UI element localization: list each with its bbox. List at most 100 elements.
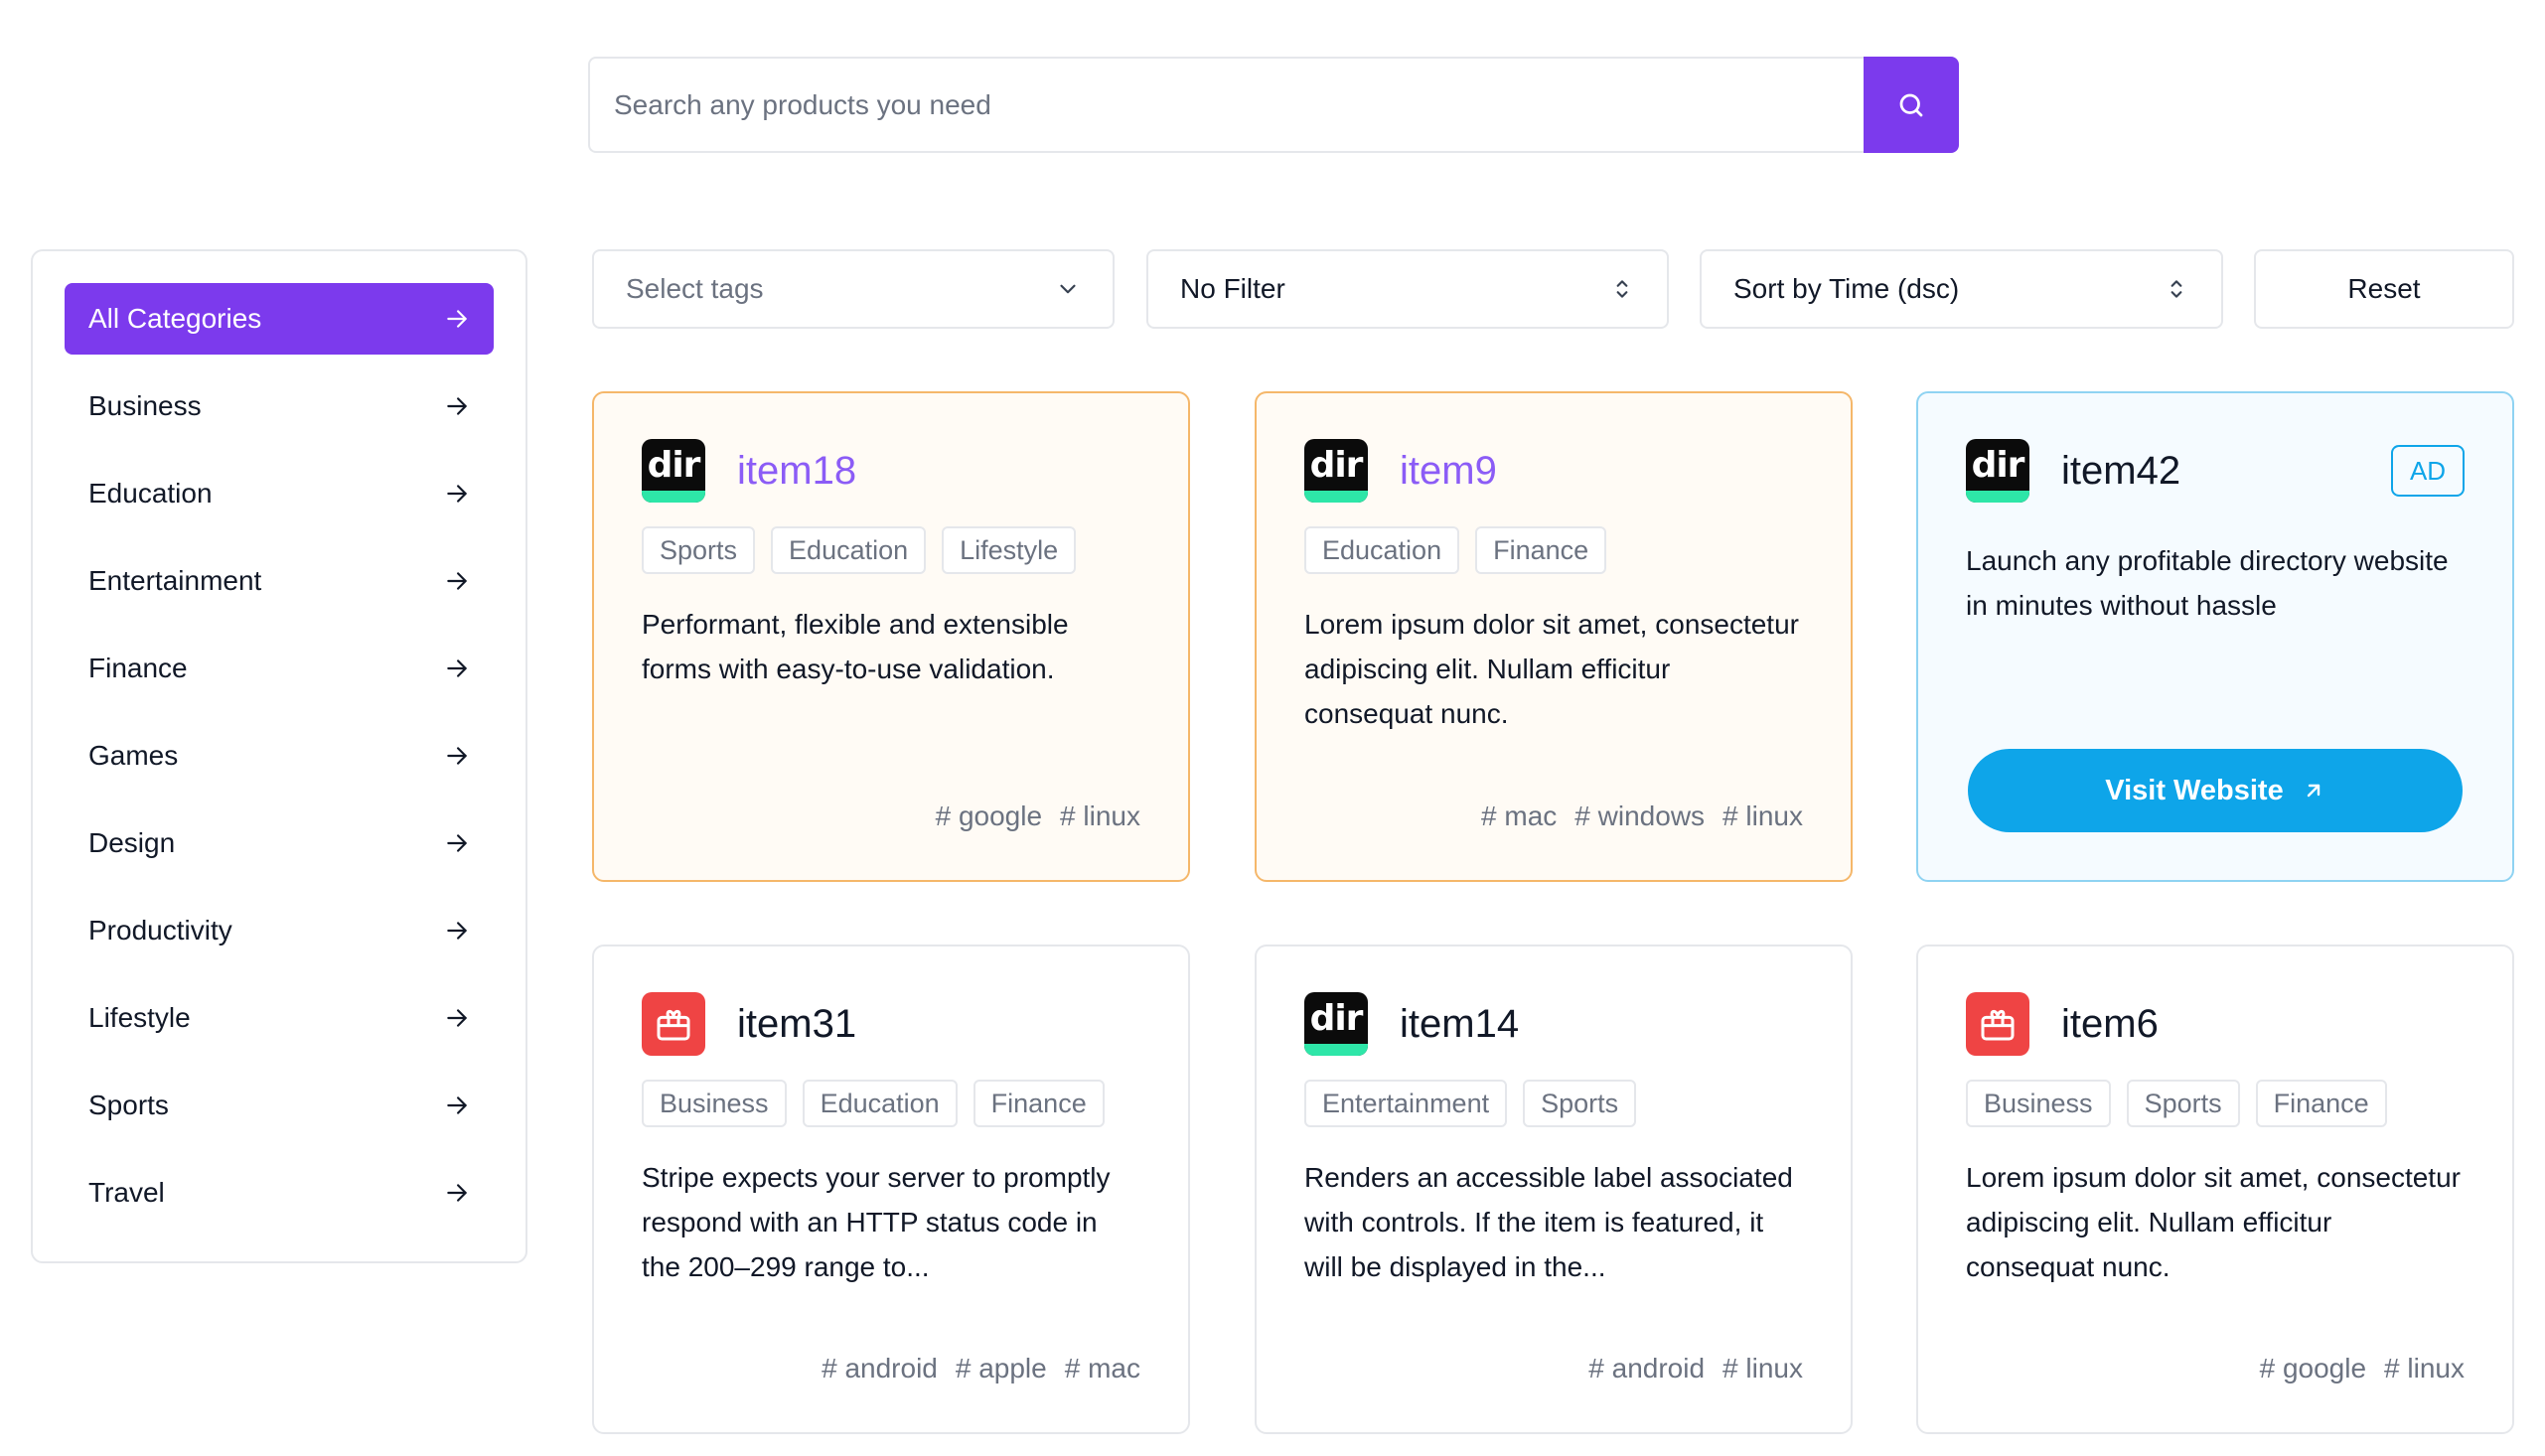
sidebar-item-label: Design [88,827,176,858]
reset-button-label: Reset [2347,273,2421,304]
category-tag[interactable]: Business [1966,1080,2111,1127]
card-description: Performant, flexible and extensible form… [642,609,1069,684]
sidebar-item-games[interactable]: Games [65,720,494,792]
sidebar-item-finance[interactable]: Finance [65,633,494,704]
arrow-right-icon [444,481,470,507]
hashtag[interactable]: # google [936,801,1042,832]
filter-select-value: No Filter [1180,273,1285,304]
sidebar-item-education[interactable]: Education [65,458,494,529]
category-tag[interactable]: Sports [1523,1080,1637,1127]
sort-select-value: Sort by Time (dsc) [1733,273,1960,304]
hashtag[interactable]: # linux [2384,1353,2465,1384]
sidebar-item-design[interactable]: Design [65,807,494,879]
arrow-right-icon [444,655,470,681]
sidebar-item-label: Sports [88,1090,169,1120]
sidebar-item-all-categories[interactable]: All Categories [65,283,494,355]
item-card[interactable]: item6 Business Sports Finance Lorem ipsu… [1916,945,2514,1434]
sidebar-item-label: Travel [88,1177,165,1208]
visit-website-label: Visit Website [2105,774,2284,806]
arrow-right-icon [444,1180,470,1206]
sidebar-item-label: Lifestyle [88,1002,191,1033]
arrow-right-icon [444,306,470,332]
sidebar-item-label: Entertainment [88,565,262,596]
visit-website-button[interactable]: Visit Website [1968,749,2463,832]
sidebar-item-label: Finance [88,653,188,683]
arrow-right-icon [444,1005,470,1031]
category-tag[interactable]: Lifestyle [942,526,1077,574]
sidebar-item-lifestyle[interactable]: Lifestyle [65,982,494,1054]
arrow-right-icon [444,830,470,856]
card-title[interactable]: item18 [737,449,856,494]
card-title[interactable]: item6 [2061,1002,2159,1047]
sidebar-item-label: Productivity [88,915,232,946]
hashtag[interactable]: # linux [1722,1353,1803,1384]
gift-logo-icon [1966,992,2029,1056]
hashtag[interactable]: # android [822,1353,938,1384]
arrow-right-icon [444,1092,470,1118]
sidebar-item-sports[interactable]: Sports [65,1070,494,1141]
sidebar-item-business[interactable]: Business [65,370,494,442]
dir-logo-icon: dir [1304,992,1368,1056]
sidebar-item-label: Education [88,478,213,509]
tags-select-placeholder: Select tags [626,273,764,304]
hashtag[interactable]: # mac [1481,801,1557,832]
category-tag[interactable]: Sports [2126,1080,2240,1127]
gift-logo-icon [642,992,705,1056]
item-card[interactable]: dir item9 Education Finance Lorem ipsum … [1255,391,1853,882]
card-description: Launch any profitable directory website … [1966,545,2449,621]
arrow-right-icon [444,568,470,594]
hashtag[interactable]: # linux [1060,801,1140,832]
filter-select[interactable]: No Filter [1146,249,1669,329]
search-bar [588,57,1959,153]
item-card[interactable]: item31 Business Education Finance Stripe… [592,945,1190,1434]
item-card[interactable]: dir item14 Entertainment Sports Renders … [1255,945,1853,1434]
hashtag[interactable]: # android [1588,1353,1705,1384]
category-sidebar: All Categories Business Education Entert… [31,249,527,1263]
sidebar-item-travel[interactable]: Travel [65,1157,494,1229]
category-tag[interactable]: Education [1304,526,1460,574]
card-description: Stripe expects your server to promptly r… [642,1162,1111,1282]
hashtag[interactable]: # mac [1065,1353,1140,1384]
chevron-up-down-icon [1616,280,1628,298]
hashtag[interactable]: # linux [1722,801,1803,832]
arrow-up-right-icon [2307,784,2320,798]
hashtag[interactable]: # apple [956,1353,1047,1384]
hashtag[interactable]: # windows [1574,801,1705,832]
category-tag[interactable]: Finance [2255,1080,2387,1127]
dir-logo-icon: dir [642,439,705,503]
card-title[interactable]: item14 [1400,1002,1519,1047]
dir-logo-icon: dir [1966,439,2029,503]
card-title[interactable]: item9 [1400,449,1497,494]
category-tag[interactable]: Sports [642,526,756,574]
category-tag[interactable]: Education [771,526,927,574]
search-icon [1899,93,1923,116]
chevron-down-icon [1060,284,1076,294]
card-description: Lorem ipsum dolor sit amet, consectetur … [1966,1162,2461,1282]
category-tag[interactable]: Business [642,1080,787,1127]
sidebar-item-label: Games [88,740,179,771]
dir-logo-icon: dir [1304,439,1368,503]
sidebar-item-productivity[interactable]: Productivity [65,895,494,966]
tags-select[interactable]: Select tags [592,249,1115,329]
sidebar-item-label: All Categories [88,303,262,334]
search-input[interactable] [588,57,1864,153]
hashtag[interactable]: # google [2260,1353,2366,1384]
search-button[interactable] [1864,57,1959,153]
sidebar-item-entertainment[interactable]: Entertainment [65,545,494,617]
card-title: item42 [2061,448,2181,493]
arrow-right-icon [444,743,470,769]
category-tag[interactable]: Education [802,1080,958,1127]
arrow-right-icon [444,393,470,419]
arrow-right-icon [444,918,470,944]
sidebar-item-label: Business [88,390,202,421]
category-tag[interactable]: Finance [1475,526,1607,574]
ad-badge: AD [2391,445,2465,497]
category-tag[interactable]: Finance [973,1080,1105,1127]
item-card[interactable]: dir item18 Sports Education Lifestyle Pe… [592,391,1190,882]
reset-button[interactable]: Reset [2254,249,2514,329]
sort-select[interactable]: Sort by Time (dsc) [1700,249,2223,329]
card-title[interactable]: item31 [737,1002,856,1047]
chevron-up-down-icon [2171,280,2182,298]
category-tag[interactable]: Entertainment [1304,1080,1508,1127]
card-description: Renders an accessible label associated w… [1304,1162,1793,1282]
